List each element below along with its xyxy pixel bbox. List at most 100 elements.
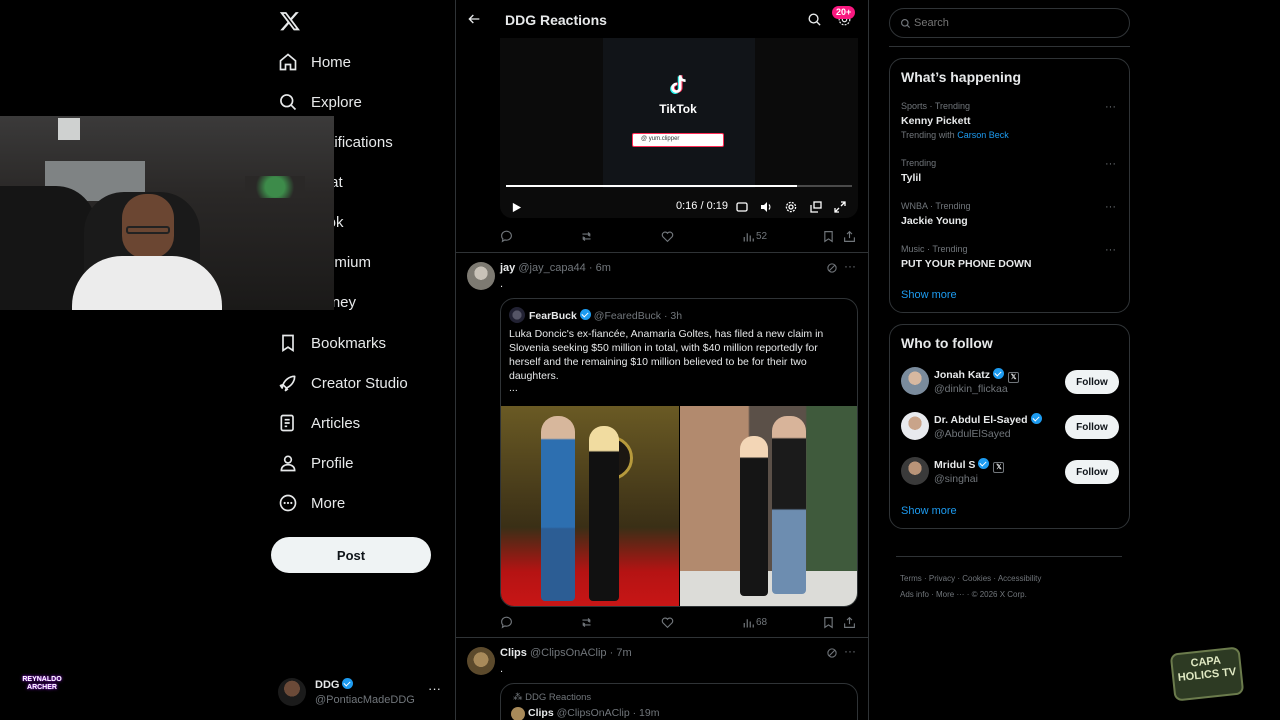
trend-topic: Kenny Pickett [901,115,971,127]
photo-right[interactable] [680,406,857,606]
quote-time: 19m [639,707,660,719]
avatar[interactable] [467,262,495,290]
quote-tweet[interactable]: FearBuck @FearedBuck · 3h Luka Doncic's … [500,298,858,607]
search-box[interactable] [889,8,1130,38]
video-progress-fill [506,185,797,187]
more-dots-icon[interactable]: ··· [428,681,441,696]
repost-icon[interactable] [580,230,593,243]
volume-icon[interactable] [760,200,773,212]
user-handle: @singhai [934,473,978,485]
author-handle[interactable]: @ClipsOnAClip [530,647,607,659]
reply-icon[interactable] [500,616,513,629]
quote-tweet[interactable]: ⁂ DDG Reactions Clips @ClipsOnAClip · 19… [500,683,858,720]
quote-author-handle: @ClipsOnAClip [556,707,630,719]
x-logo-icon[interactable] [279,10,301,32]
more-dots-icon[interactable]: ··· [1105,158,1116,170]
tweet[interactable]: Clips @ClipsOnAClip · 7m ··· . ⁂ DDG Rea… [456,638,869,720]
nav-label: Profile [311,454,354,472]
nav-item-more[interactable]: More [278,485,345,521]
trend-context: WNBA · Trending [901,201,971,211]
more-dots-icon[interactable]: ··· [1105,244,1116,256]
captions-icon[interactable] [736,200,748,212]
bookmark-icon[interactable] [822,230,835,243]
nav-item-creator-studio[interactable]: Creator Studio [278,365,408,401]
more-dots-icon[interactable]: ··· [1105,101,1116,113]
trend-with-label: Trending with [901,130,955,140]
account-name: DDG [315,679,340,691]
pip-icon[interactable] [810,200,822,213]
user-name: Dr. Abdul El-Sayed [934,414,1028,426]
more-dots-icon[interactable]: ··· [844,259,856,273]
trend-item[interactable]: Trending Tylil ··· [890,154,1129,188]
search-input[interactable] [914,15,1114,31]
account-handle: @PontiacMadeDDG [315,694,415,706]
nav-item-profile[interactable]: Profile [278,445,354,481]
trend-item[interactable]: Music · Trending PUT YOUR PHONE DOWN ··· [890,240,1129,274]
streamer-watermark: REYNALDO ARCHER [22,676,62,691]
tweet[interactable]: jay @jay_capa44 · 6m ··· . FearBuck @Fea… [456,253,869,637]
more-dots-icon[interactable]: ··· [1105,201,1116,213]
post-button[interactable]: Post [271,537,431,573]
tweet-time[interactable]: 7m [616,647,631,659]
like-icon[interactable] [661,230,674,243]
trend-item[interactable]: WNBA · Trending Jackie Young ··· [890,197,1129,231]
avatar [278,678,306,706]
share-icon[interactable] [843,230,856,243]
photo-left[interactable] [501,406,679,606]
fullscreen-icon[interactable] [834,200,846,213]
channel-logo: CAPA HOLICS TV [1169,646,1245,702]
follow-button[interactable]: Follow [1065,370,1119,394]
footer-link[interactable]: Cookies [962,574,991,583]
footer-link[interactable]: More ··· [936,590,964,599]
repost-icon[interactable] [580,616,593,629]
verified-icon [993,368,1005,379]
trend-topic: Tylil [901,172,922,184]
author-name[interactable]: Clips [500,647,527,659]
quote-author-name: FearBuck [529,310,577,322]
nav-item-articles[interactable]: Articles [278,405,360,441]
account-switcher[interactable]: DDG @PontiacMadeDDG ··· [278,675,460,711]
divider [889,46,1130,47]
follow-suggestion[interactable]: Jonah Katz 𝕏 @dinkin_flickaa Follow [890,365,1129,399]
follow-button[interactable]: Follow [1065,460,1119,484]
video-settings-icon[interactable] [785,200,797,213]
views-icon[interactable] [742,617,754,629]
trend-with-link[interactable]: Carson Beck [957,130,1009,140]
search-icon[interactable] [807,12,823,28]
tweet-time[interactable]: 6m [596,262,611,274]
footer-link[interactable]: Accessibility [998,574,1042,583]
community-name: DDG Reactions [525,692,592,703]
nav-item-bookmarks[interactable]: Bookmarks [278,325,386,361]
footer-link[interactable]: Ads info [900,590,929,599]
author-name[interactable]: jay [500,262,515,274]
footer-link[interactable]: Terms [900,574,922,583]
grok-icon[interactable] [826,647,838,659]
bookmark-icon[interactable] [822,616,835,629]
follow-suggestion[interactable]: Mridul S 𝕏 @singhai Follow [890,455,1129,489]
views-icon[interactable] [742,231,754,243]
reply-icon[interactable] [500,230,513,243]
like-icon[interactable] [661,616,674,629]
footer-link[interactable]: Privacy [929,574,955,583]
video-progress-track[interactable] [506,185,852,187]
share-icon[interactable] [843,616,856,629]
grok-icon[interactable] [826,262,838,274]
play-icon[interactable] [511,200,523,213]
trend-item[interactable]: Sports · Trending Kenny Pickett Trending… [890,97,1129,143]
author-handle[interactable]: @jay_capa44 [518,262,585,274]
video-player[interactable]: TikTok @ yum.clipper 0:16 / 0:19 [500,38,858,218]
nav-item-home[interactable]: Home [278,44,351,80]
trending-title: What’s happening [901,69,1022,85]
quote-text: Luka Doncic's ex-fiancée, Anamaria Golte… [509,328,824,382]
follow-button[interactable]: Follow [1065,415,1119,439]
back-arrow-icon[interactable] [466,11,484,29]
show-more-link[interactable]: Show more [901,505,957,517]
more-dots-icon[interactable]: ··· [844,644,856,658]
nav-label: Explore [311,93,362,111]
avatar[interactable] [467,647,495,675]
nav-item-explore[interactable]: Explore [278,84,362,120]
follow-suggestion[interactable]: Dr. Abdul El-Sayed @AbdulElSayed Follow [890,410,1129,444]
community-icon: ⁂ [513,692,526,703]
bookmark-icon [282,334,294,353]
show-more-link[interactable]: Show more [901,289,957,301]
